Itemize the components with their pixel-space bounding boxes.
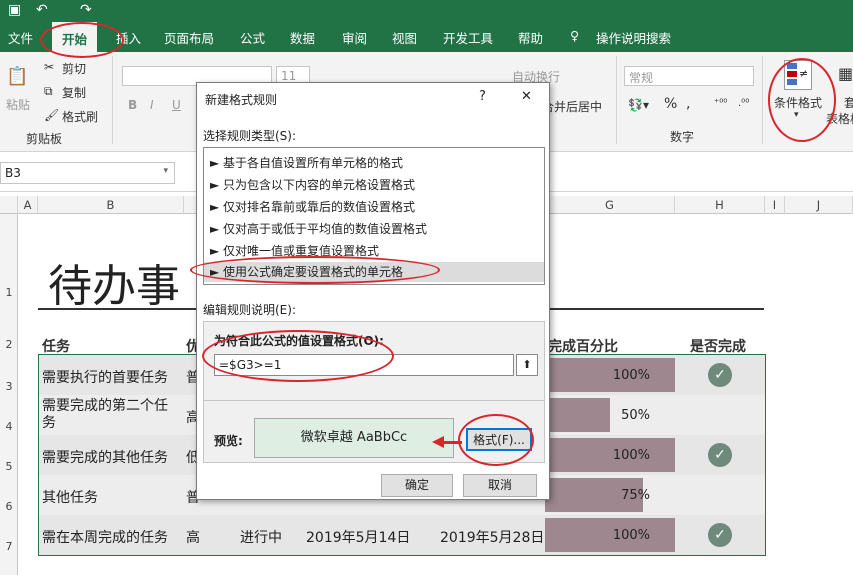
currency-icon[interactable]: 💱▾ <box>628 98 649 112</box>
tab-help[interactable]: 帮助 <box>518 28 543 47</box>
tab-formulas[interactable]: 公式 <box>240 28 265 47</box>
column-header[interactable]: H <box>675 196 765 214</box>
percent-button[interactable]: % <box>664 96 677 112</box>
sheet-title: 待办事 <box>48 261 180 312</box>
table-format-icon: ▦ <box>838 64 853 83</box>
task-cell[interactable]: 其他任务 <box>42 487 98 507</box>
priority-cell[interactable]: 高 <box>186 527 200 547</box>
chevron-down-icon: ▾ <box>163 166 168 176</box>
divider <box>204 400 544 401</box>
edit-desc-label: 编辑规则说明(E): <box>203 303 296 317</box>
done-header: 是否完成 <box>690 339 746 355</box>
save-icon[interactable]: ▣ <box>8 2 21 18</box>
annotation-ellipse <box>458 414 534 466</box>
undo-icon[interactable]: ↶ <box>36 2 48 18</box>
comma-button[interactable]: , <box>686 96 690 112</box>
rule-type-label: 选择规则类型(S): <box>203 129 297 143</box>
percent-cell[interactable]: 100% <box>545 368 650 383</box>
lightbulb-icon: ♀ <box>570 28 580 43</box>
task-cell[interactable]: 需要完成的第二个任 务 <box>42 398 168 432</box>
list-item[interactable]: ► 基于各自值设置所有单元格的格式 <box>210 154 403 171</box>
column-header[interactable]: G <box>545 196 675 214</box>
percent-cell[interactable]: 100% <box>545 448 650 463</box>
copy-button[interactable]: 复制 <box>62 84 86 101</box>
check-icon: ✓ <box>708 523 732 547</box>
list-item[interactable]: ► 仅对高于或低于平均值的数值设置格式 <box>210 220 427 237</box>
underline-button[interactable]: U <box>172 98 181 112</box>
row-header[interactable]: 6 <box>0 500 18 513</box>
number-group-label: 数字 <box>670 130 695 144</box>
increase-decimal-icon[interactable]: ⁺⁰⁰ <box>714 98 727 109</box>
annotation-ellipse <box>768 58 836 142</box>
ok-button[interactable]: 确定 <box>381 474 453 497</box>
column-header[interactable]: I <box>765 196 785 214</box>
dialog-title: 新建格式规则 <box>205 93 278 107</box>
group-separator <box>112 56 113 144</box>
annotation-ellipse <box>40 22 124 58</box>
percent-cell[interactable]: 75% <box>545 488 650 503</box>
end-date-cell[interactable]: 2019年5月28日 <box>440 527 544 547</box>
check-icon: ✓ <box>708 363 732 387</box>
row-header[interactable]: 7 <box>0 540 18 553</box>
task-cell[interactable]: 需在本周完成的任务 <box>42 527 168 547</box>
group-separator <box>616 56 617 144</box>
scissors-icon: ✂ <box>44 60 55 74</box>
list-item[interactable]: ► 仅对排名靠前或靠后的数值设置格式 <box>210 198 415 215</box>
cut-button[interactable]: 剪切 <box>62 60 86 77</box>
row-header[interactable]: 1 <box>0 286 18 299</box>
task-cell[interactable]: 需要完成的其他任务 <box>42 447 168 467</box>
table-format-button[interactable]: 套 <box>844 94 853 111</box>
start-date-cell[interactable]: 2019年5月14日 <box>306 527 410 547</box>
percent-cell[interactable]: 100% <box>545 528 650 543</box>
column-header[interactable]: B <box>38 196 184 214</box>
name-box[interactable]: B3 ▾ <box>0 162 175 184</box>
paste-button[interactable]: 粘贴 <box>6 96 30 113</box>
number-format-select[interactable]: 常规 <box>624 66 754 86</box>
percent-cell[interactable]: 50% <box>545 408 650 423</box>
format-preview: 微软卓越 AaBbCc <box>254 418 454 458</box>
task-header: 任务 <box>42 339 70 355</box>
list-item[interactable]: ► 只为包含以下内容的单元格设置格式 <box>210 176 415 193</box>
ribbon-tab-bar: 文件 开始 插入 页面布局 公式 数据 审阅 视图 开发工具 帮助 ♀ 操作说明… <box>0 22 853 52</box>
column-header[interactable]: J <box>785 196 853 214</box>
copy-icon: ⧉ <box>44 84 53 98</box>
row-header[interactable]: 2 <box>0 338 18 351</box>
help-button[interactable]: ? <box>479 89 486 104</box>
cancel-button[interactable]: 取消 <box>463 474 537 497</box>
annotation-arrow-head <box>432 436 444 448</box>
row-header[interactable]: 5 <box>0 460 18 473</box>
format-painter-button[interactable]: 格式刷 <box>62 108 98 125</box>
row-header[interactable]: 4 <box>0 420 18 433</box>
paste-icon[interactable]: 📋 <box>6 66 28 87</box>
title-bar: ▣ ↶ ↷ <box>0 0 853 22</box>
close-icon[interactable]: ✕ <box>521 89 532 104</box>
row-header[interactable]: 3 <box>0 380 18 393</box>
merge-center-button[interactable]: 合并后居中 <box>542 98 602 115</box>
tab-file[interactable]: 文件 <box>8 28 33 47</box>
clipboard-group-label: 剪贴板 <box>26 132 63 146</box>
tab-view[interactable]: 视图 <box>392 28 417 47</box>
tab-page-layout[interactable]: 页面布局 <box>164 28 214 47</box>
task-cell[interactable]: 需要执行的首要任务 <box>42 367 168 387</box>
group-separator <box>762 56 763 144</box>
status-cell[interactable]: 进行中 <box>240 527 282 547</box>
decrease-decimal-icon[interactable]: .⁰⁰ <box>738 98 749 109</box>
bold-button[interactable]: B <box>128 98 137 112</box>
tab-review[interactable]: 审阅 <box>342 28 367 47</box>
redo-icon[interactable]: ↷ <box>80 2 92 18</box>
tell-me-search[interactable]: 操作说明搜索 <box>596 28 671 47</box>
annotation-ellipse <box>190 256 440 284</box>
tab-data[interactable]: 数据 <box>290 28 315 47</box>
row-headers: 1 2 3 4 5 6 7 <box>0 214 18 575</box>
preview-label: 预览: <box>214 434 243 448</box>
check-icon: ✓ <box>708 443 732 467</box>
column-header[interactable]: A <box>18 196 38 214</box>
annotation-ellipse <box>202 330 394 382</box>
italic-button[interactable]: I <box>150 98 154 112</box>
collapse-dialog-icon[interactable]: ⬆ <box>516 354 538 376</box>
format-painter-icon: 🖌 <box>44 108 60 122</box>
percent-header: 完成百分比 <box>548 339 618 355</box>
tab-developer[interactable]: 开发工具 <box>443 28 493 47</box>
select-all-corner[interactable] <box>0 196 18 214</box>
